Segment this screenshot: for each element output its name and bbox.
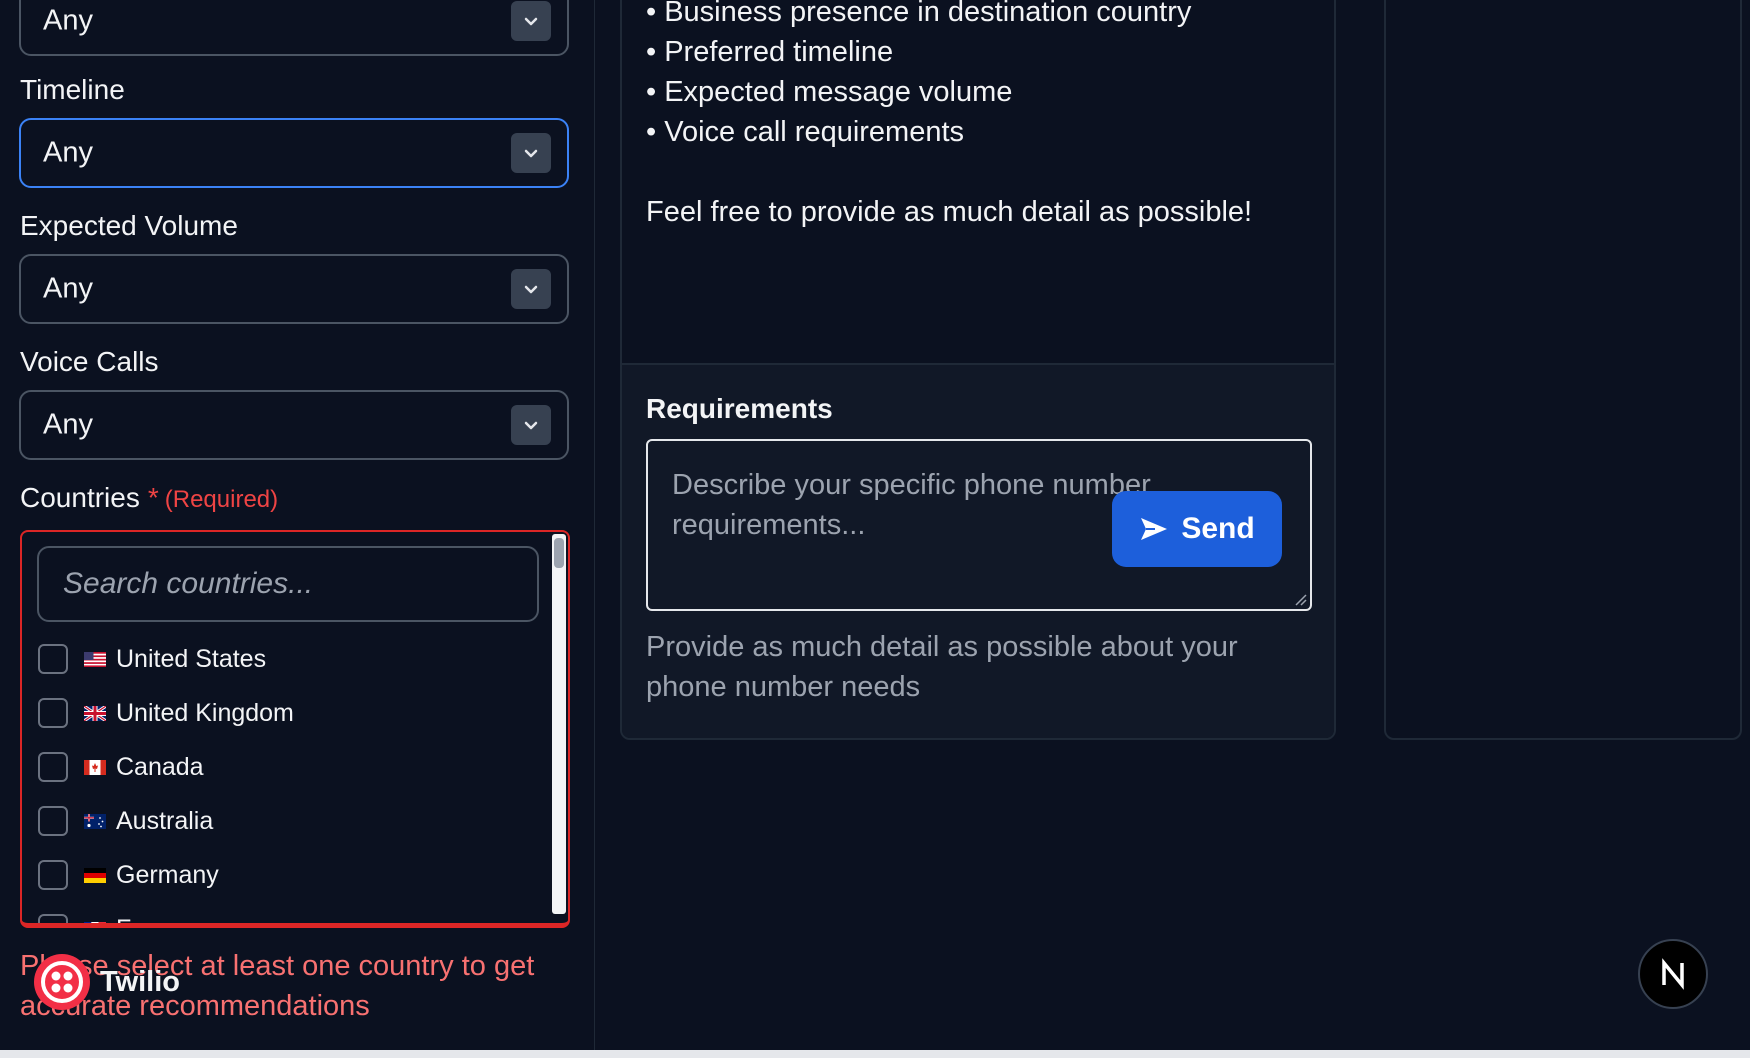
- message-bullet: • Expected message volume: [646, 76, 1013, 108]
- requirements-label: Requirements: [646, 393, 833, 424]
- countries-label-text: Countries: [20, 482, 140, 513]
- country-option-germany[interactable]: Germany: [38, 848, 538, 902]
- canada-flag-icon: [84, 759, 106, 775]
- country-search-input[interactable]: [37, 546, 539, 622]
- country-name: France: [116, 915, 194, 924]
- countries-multiselect: United States United Kingdom: [20, 530, 570, 928]
- country-name: Germany: [116, 860, 219, 889]
- voice-calls-label: Voice Calls: [20, 346, 159, 377]
- requirements-composer: Requirements Describe your specific phon…: [622, 363, 1334, 738]
- twilio-logo-icon: [34, 954, 90, 1010]
- required-text: (Required): [164, 486, 279, 513]
- results-panel: [1384, 0, 1742, 740]
- country-option-france[interactable]: France: [38, 902, 538, 924]
- timeline-label: Timeline: [20, 74, 125, 105]
- expected-volume-select-value: Any: [43, 272, 93, 305]
- uk-flag-icon: [84, 705, 106, 721]
- timeline-select-value: Any: [43, 136, 93, 169]
- requirements-helper-text: Provide as much detail as possible about…: [646, 631, 1238, 703]
- country-name: Canada: [116, 752, 204, 781]
- country-option-canada[interactable]: Canada: [38, 740, 538, 794]
- message-bullet: • Voice call requirements: [646, 116, 965, 148]
- australia-flag-icon: [84, 813, 106, 829]
- filters-sidebar: Any Timeline Any Expected Volume Any Voi…: [0, 0, 595, 1050]
- scrollbar-thumb[interactable]: [554, 538, 564, 568]
- country-name: United States: [116, 644, 267, 673]
- country-checkbox[interactable]: [38, 752, 68, 782]
- country-option-australia[interactable]: Australia: [38, 794, 538, 848]
- country-option-united-states[interactable]: United States: [38, 632, 538, 686]
- germany-flag-icon: [84, 867, 106, 883]
- required-star: *: [147, 482, 159, 513]
- chat-panel: • Business presence in destination count…: [620, 0, 1336, 740]
- country-checkbox[interactable]: [38, 644, 68, 674]
- message-footer: Feel free to provide as much detail as p…: [646, 196, 1253, 228]
- filter-select-top-value: Any: [43, 4, 93, 37]
- assistant-message: • Business presence in destination count…: [646, 0, 1306, 232]
- filter-select-top[interactable]: Any: [19, 0, 569, 56]
- requirements-textarea[interactable]: Describe your specific phone number requ…: [646, 439, 1312, 611]
- expected-volume-select[interactable]: Any: [19, 254, 569, 324]
- country-checkbox[interactable]: [38, 860, 68, 890]
- us-flag-icon: [84, 651, 106, 667]
- country-checkbox[interactable]: [38, 914, 68, 923]
- country-list-scrollbar[interactable]: [552, 534, 566, 914]
- voice-calls-select[interactable]: Any: [19, 390, 569, 460]
- send-icon: [1141, 518, 1168, 540]
- brand-name: Twilio: [100, 965, 181, 998]
- france-flag-icon: [84, 921, 106, 923]
- chevron-down-icon: [511, 133, 551, 173]
- n-letter-icon: [1662, 958, 1684, 990]
- country-checkbox[interactable]: [38, 698, 68, 728]
- send-button[interactable]: Send: [1112, 491, 1282, 567]
- chevron-down-icon: [511, 405, 551, 445]
- nextjs-n-icon[interactable]: [1638, 939, 1708, 1009]
- message-bullet: • Preferred timeline: [646, 36, 894, 68]
- countries-label: Countries * (Required): [20, 482, 278, 514]
- chevron-down-icon: [511, 1, 551, 41]
- country-name: Australia: [116, 806, 214, 835]
- country-list: United States United Kingdom Canada Aust…: [38, 632, 538, 924]
- chevron-down-icon: [511, 269, 551, 309]
- expected-volume-label: Expected Volume: [20, 210, 238, 241]
- message-bullet: • Business presence in destination count…: [646, 0, 1192, 28]
- resize-handle-icon[interactable]: [1293, 592, 1307, 606]
- country-option-united-kingdom[interactable]: United Kingdom: [38, 686, 538, 740]
- voice-calls-select-value: Any: [43, 408, 93, 441]
- brand: Twilio: [34, 954, 180, 1010]
- app-root: Any Timeline Any Expected Volume Any Voi…: [0, 0, 1750, 1050]
- send-button-label: Send: [1181, 512, 1255, 545]
- country-name: United Kingdom: [116, 698, 294, 727]
- country-checkbox[interactable]: [38, 806, 68, 836]
- timeline-select[interactable]: Any: [19, 118, 569, 188]
